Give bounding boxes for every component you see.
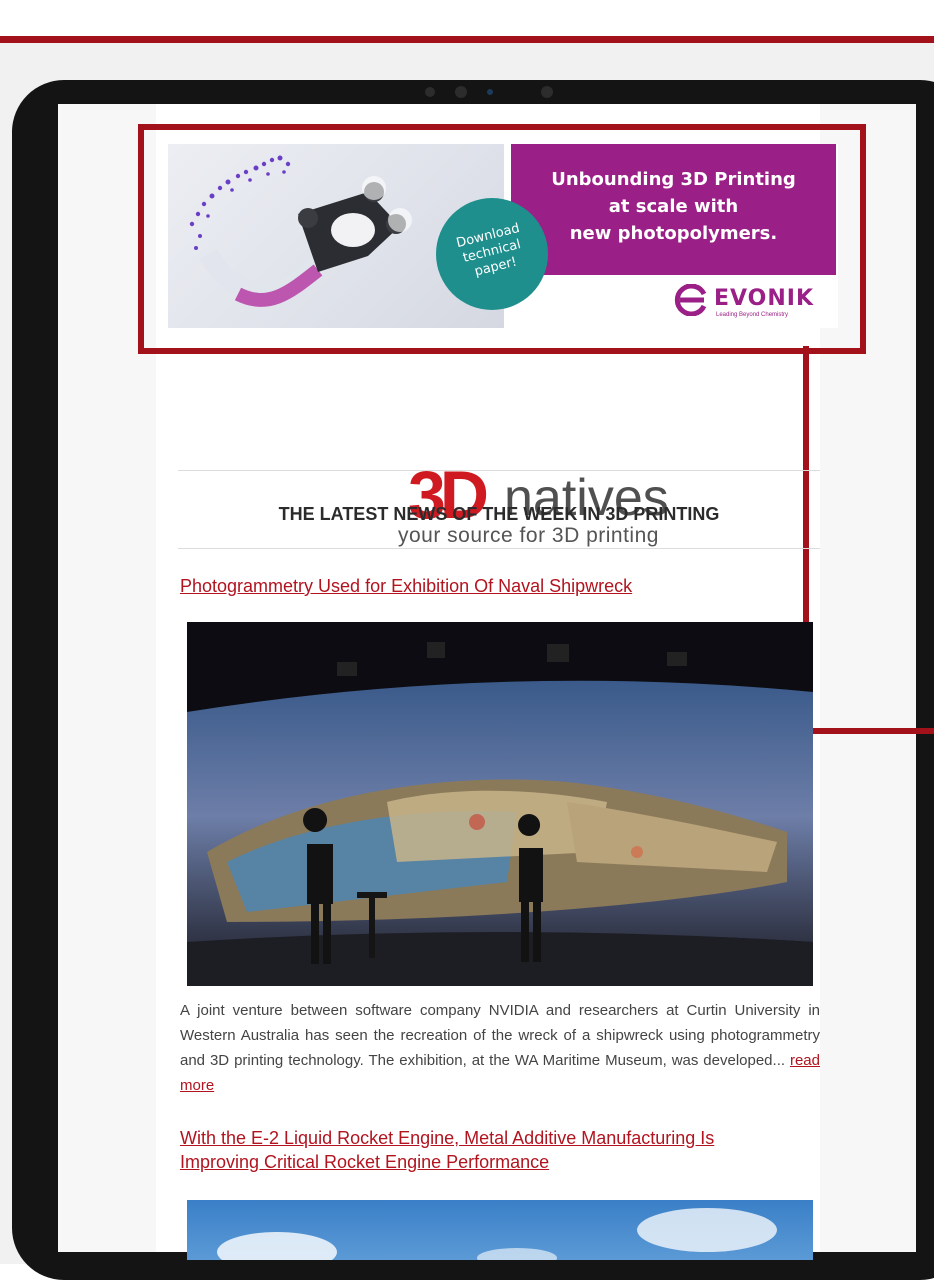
camera-lens-icon bbox=[541, 86, 553, 98]
tablet-camera-bar bbox=[415, 86, 565, 98]
article-summary: A joint venture between software company… bbox=[180, 998, 820, 1098]
highlight-frame bbox=[138, 124, 866, 354]
section-title: THE LATEST NEWS OF THE WEEK IN 3D PRINTI… bbox=[278, 504, 720, 524]
top-accent-bar bbox=[0, 36, 934, 43]
camera-lens-icon bbox=[455, 86, 467, 98]
callout-line-horizontal bbox=[803, 728, 934, 734]
article-summary-text: A joint venture between software company… bbox=[180, 1002, 820, 1069]
article-title-line: Improving Critical Rocket Engine Perform… bbox=[180, 1152, 550, 1172]
article-image-rocket[interactable] bbox=[187, 1200, 813, 1260]
divider bbox=[178, 548, 820, 549]
divider bbox=[178, 470, 820, 471]
article-title-link[interactable]: With the E-2 Liquid Rocket Engine, Metal… bbox=[180, 1126, 800, 1174]
camera-dot-icon bbox=[425, 87, 435, 97]
logo-tagline: your source for 3D printing bbox=[398, 524, 659, 547]
sensor-dot-icon bbox=[487, 89, 493, 95]
article-title-line: With the E-2 Liquid Rocket Engine, Metal… bbox=[180, 1128, 715, 1148]
article-title-link[interactable]: Photogrammetry Used for Exhibition Of Na… bbox=[180, 574, 800, 598]
article-image-shipwreck[interactable] bbox=[187, 622, 813, 986]
